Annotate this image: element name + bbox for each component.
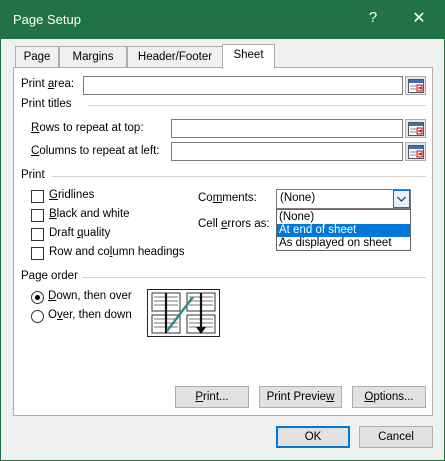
close-button[interactable]: ✕	[408, 8, 430, 30]
comments-option-end-of-sheet[interactable]: At end of sheet	[277, 224, 410, 237]
comments-option-none[interactable]: (None)	[277, 211, 410, 224]
collapse-dialog-icon	[408, 145, 424, 159]
print-area-label: Print area:	[21, 78, 75, 90]
comments-option-as-displayed[interactable]: As displayed on sheet	[277, 237, 410, 250]
columns-to-repeat-label: Columns to repeat at left:	[31, 145, 160, 157]
row-column-headings-checkbox[interactable]	[31, 247, 44, 260]
rows-to-repeat-label: Rows to repeat at top:	[31, 122, 144, 134]
print-button[interactable]: Print...	[175, 386, 249, 408]
rows-collapse-button[interactable]	[405, 119, 426, 138]
page-order-heading: Page order	[21, 270, 78, 282]
page-order-preview-icon	[147, 289, 220, 337]
rows-to-repeat-field[interactable]	[171, 119, 403, 138]
sheet-tab-panel: Print area: Print titles Rows to repeat …	[13, 67, 433, 416]
over-then-down-radio[interactable]	[31, 310, 44, 323]
print-divider	[52, 176, 426, 177]
columns-collapse-button[interactable]	[405, 142, 426, 161]
comments-dropdown-list: (None) At end of sheet As displayed on s…	[276, 209, 411, 251]
comments-select-value: (None)	[280, 192, 316, 204]
black-and-white-label: Black and white	[49, 208, 130, 220]
gridlines-checkbox[interactable]	[31, 190, 44, 203]
collapse-dialog-icon	[408, 79, 424, 93]
gridlines-label: Gridlines	[49, 189, 95, 201]
black-and-white-checkbox[interactable]	[31, 209, 44, 222]
page-order-divider	[82, 277, 426, 278]
collapse-dialog-icon	[408, 122, 424, 136]
comments-dropdown-button[interactable]	[393, 190, 410, 208]
print-titles-divider	[88, 105, 426, 106]
ok-button[interactable]: OK	[276, 426, 350, 448]
tab-sheet[interactable]: Sheet	[222, 44, 275, 69]
columns-to-repeat-field[interactable]	[171, 142, 403, 161]
draft-quality-label: Draft quality	[49, 227, 111, 239]
draft-quality-checkbox[interactable]	[31, 228, 44, 241]
down-then-over-label: Down, then over	[48, 290, 132, 302]
over-then-down-label: Over, then down	[48, 309, 132, 321]
print-area-collapse-button[interactable]	[405, 76, 426, 95]
row-column-headings-label: Row and column headings	[49, 246, 185, 258]
dialog-title: Page Setup	[13, 12, 81, 27]
help-button[interactable]: ?	[363, 9, 383, 29]
tab-header-footer[interactable]: Header/Footer	[127, 46, 223, 68]
page-setup-dialog: Page Setup ? ✕ Page Margins Header/Foote…	[0, 0, 445, 461]
options-button[interactable]: Options...	[352, 386, 426, 408]
tab-page[interactable]: Page	[15, 46, 59, 68]
comments-label: Comments:	[198, 192, 257, 204]
print-preview-button[interactable]: Print Preview	[259, 386, 342, 408]
cell-errors-label: Cell errors as:	[198, 218, 270, 230]
comments-select[interactable]: (None)	[276, 189, 411, 209]
print-heading: Print	[21, 169, 45, 181]
down-then-over-radio[interactable]	[31, 291, 44, 304]
print-titles-heading: Print titles	[21, 98, 72, 110]
tab-margins[interactable]: Margins	[59, 46, 127, 68]
cancel-button[interactable]: Cancel	[359, 426, 433, 448]
chevron-down-icon	[397, 196, 406, 202]
print-area-field[interactable]	[83, 76, 403, 95]
title-bar: Page Setup ? ✕	[1, 1, 444, 39]
